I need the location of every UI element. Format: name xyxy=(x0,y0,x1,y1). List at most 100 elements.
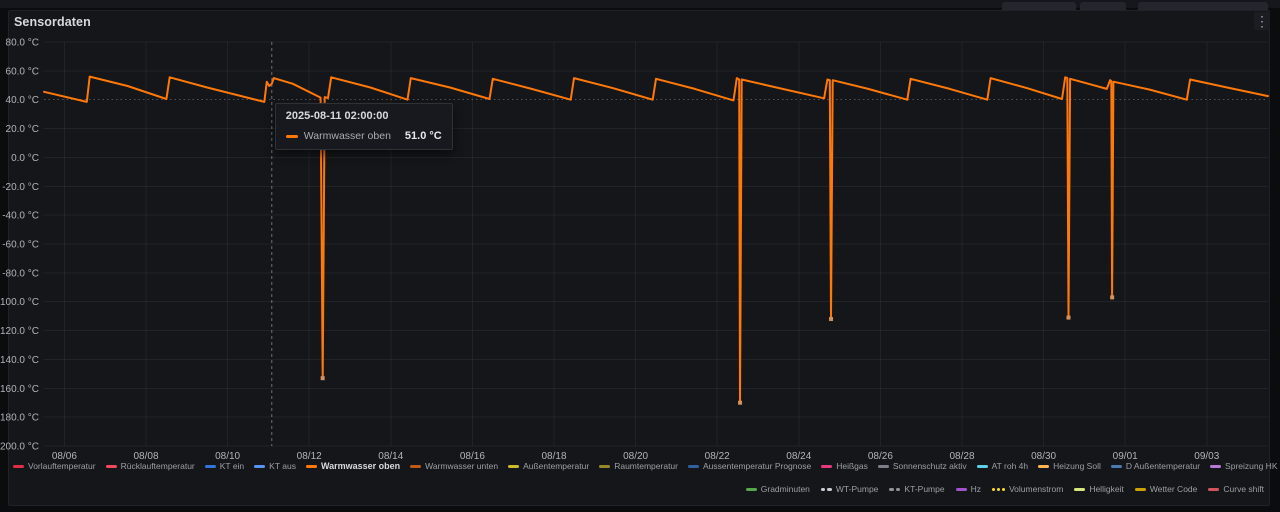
legend-row-1: Vorlauftemperatur Rücklauftemperatur KT ei… xyxy=(13,461,1280,471)
legend-item-label: Warmwasser oben xyxy=(321,461,400,471)
legend-item-curve-shift[interactable]: Curve shift xyxy=(1208,484,1264,494)
spike-minimum-marker xyxy=(1066,316,1070,320)
legend-item-d-au-entemperatur[interactable]: D Außentemperatur xyxy=(1111,461,1200,471)
legend-item-label: Vorlauftemperatur xyxy=(28,461,96,471)
legend-item-sonnenschutz-aktiv[interactable]: Sonnenschutz aktiv xyxy=(878,461,967,471)
y-tick-label: -20.0 °C xyxy=(2,182,39,193)
legend-series-marker xyxy=(878,465,889,468)
legend-series-marker xyxy=(688,465,699,468)
legend-item-kt-pumpe[interactable]: KT-Pumpe xyxy=(889,484,944,494)
legend-item-label: Raumtemperatur xyxy=(614,461,678,471)
legend-series-marker xyxy=(1135,488,1146,491)
legend-series-marker xyxy=(992,488,1005,491)
legend-item-heizung-soll[interactable]: Heizung Soll xyxy=(1038,461,1101,471)
y-tick-label: -60.0 °C xyxy=(2,240,39,251)
legend-series-marker xyxy=(254,465,265,468)
legend-item-label: KT aus xyxy=(269,461,296,471)
legend-series-marker xyxy=(889,488,900,491)
legend-item-label: Volumenstrom xyxy=(1009,484,1063,494)
legend-series-marker xyxy=(821,488,832,491)
panel-title: Sensordaten xyxy=(14,15,91,29)
legend-item-wetter-code[interactable]: Wetter Code xyxy=(1135,484,1198,494)
y-tick-label: -160.0 °C xyxy=(0,384,39,395)
series-color-marker xyxy=(286,135,298,138)
legend-item-label: Außentemperatur xyxy=(523,461,589,471)
y-tick-label: 20.0 °C xyxy=(6,124,39,135)
legend-item-label: Spreizung HK xyxy=(1225,461,1277,471)
legend-item-helligkeit[interactable]: Helligkeit xyxy=(1074,484,1124,494)
legend-item-label: Heißgas xyxy=(836,461,868,471)
legend-series-marker xyxy=(1111,465,1122,468)
legend-item-label: Hz xyxy=(971,484,981,494)
legend-series-marker xyxy=(306,465,317,468)
legend-item-spreizung-hk[interactable]: Spreizung HK xyxy=(1210,461,1277,471)
legend-item-label: AT roh 4h xyxy=(992,461,1029,471)
legend-item-hz[interactable]: Hz xyxy=(956,484,981,494)
legend-item-label: KT-Pumpe xyxy=(904,484,944,494)
legend-series-marker xyxy=(977,465,988,468)
legend-series-marker xyxy=(599,465,610,468)
panel-menu-icon[interactable]: ⋮ xyxy=(1254,12,1270,30)
y-tick-label: -80.0 °C xyxy=(2,268,39,279)
legend-item-aussentemperatur-prognose[interactable]: Aussentemperatur Prognose xyxy=(688,461,811,471)
legend-item-label: WT-Pumpe xyxy=(836,484,879,494)
legend-item-label: Rücklauftemperatur xyxy=(121,461,195,471)
legend-item-label: Aussentemperatur Prognose xyxy=(703,461,811,471)
legend-series-marker xyxy=(1210,465,1221,468)
legend-item-r-cklauftemperatur[interactable]: Rücklauftemperatur xyxy=(106,461,195,471)
legend-item-raumtemperatur[interactable]: Raumtemperatur xyxy=(599,461,678,471)
legend-item-kt-aus[interactable]: KT aus xyxy=(254,461,296,471)
legend-series-marker xyxy=(205,465,216,468)
y-tick-label: -180.0 °C xyxy=(0,413,39,424)
spike-minimum-marker xyxy=(1110,295,1114,299)
legend-row-2: Gradminuten WT-Pumpe KT-Pumpe Hz Volumenstro… xyxy=(735,484,1264,494)
legend-item-volumenstrom[interactable]: Volumenstrom xyxy=(992,484,1063,494)
legend-item-label: Curve shift xyxy=(1223,484,1264,494)
tooltip-series-value: 51.0 °C xyxy=(405,130,442,142)
legend-series-marker xyxy=(956,488,967,491)
legend-item-warmwasser-oben[interactable]: Warmwasser oben xyxy=(306,461,400,471)
legend-item-label: Wetter Code xyxy=(1150,484,1198,494)
y-tick-label: -120.0 °C xyxy=(0,326,39,337)
legend-series-marker xyxy=(1038,465,1049,468)
legend-series-marker xyxy=(106,465,117,468)
y-tick-label: -200.0 °C xyxy=(0,442,39,453)
legend-series-marker xyxy=(821,465,832,468)
legend-item-label: Gradminuten xyxy=(761,484,810,494)
legend-item-warmwasser-unten[interactable]: Warmwasser unten xyxy=(410,461,498,471)
spike-minimum-marker xyxy=(321,376,325,380)
legend-item-label: Heizung Soll xyxy=(1053,461,1101,471)
legend-item-label: Sonnenschutz aktiv xyxy=(893,461,967,471)
legend-item-gradminuten[interactable]: Gradminuten xyxy=(746,484,810,494)
y-tick-label: 0.0 °C xyxy=(11,153,39,164)
time-series-chart: 80.0 °C 60.0 °C 40.0 °C 20.0 °C 0.0 °C -20.0 … xyxy=(0,0,1280,512)
legend-item-wt-pumpe[interactable]: WT-Pumpe xyxy=(821,484,879,494)
legend-item-label: Warmwasser unten xyxy=(425,461,498,471)
legend-item-kt-ein[interactable]: KT ein xyxy=(205,461,244,471)
legend-item-label: Helligkeit xyxy=(1089,484,1124,494)
spike-minimum-marker xyxy=(738,401,742,405)
legend-item-hei-gas[interactable]: Heißgas xyxy=(821,461,868,471)
legend-series-marker xyxy=(508,465,519,468)
legend-series-marker xyxy=(1074,488,1085,491)
legend-series-marker xyxy=(13,465,24,468)
tooltip-series-row: Warmwasser oben 51.0 °C xyxy=(286,130,442,142)
y-tick-label: 80.0 °C xyxy=(6,38,39,49)
legend-item-vorlauftemperatur[interactable]: Vorlauftemperatur xyxy=(13,461,96,471)
legend-series-marker xyxy=(1208,488,1219,491)
spike-minimum-marker xyxy=(829,317,833,321)
tooltip-series-label: Warmwasser oben xyxy=(304,130,391,142)
y-tick-label: 40.0 °C xyxy=(6,95,39,106)
tooltip: 2025-08-11 02:00:00 Warmwasser oben 51.0… xyxy=(275,103,453,150)
y-tick-label: -100.0 °C xyxy=(0,297,39,308)
legend-item-label: KT ein xyxy=(220,461,244,471)
legend-item-au-entemperatur[interactable]: Außentemperatur xyxy=(508,461,589,471)
y-tick-label: -40.0 °C xyxy=(2,211,39,222)
tooltip-timestamp: 2025-08-11 02:00:00 xyxy=(286,110,442,122)
legend-item-at-roh-4h[interactable]: AT roh 4h xyxy=(977,461,1029,471)
y-tick-label: -140.0 °C xyxy=(0,355,39,366)
legend-item-label: D Außentemperatur xyxy=(1126,461,1200,471)
legend-series-marker xyxy=(746,488,757,491)
y-tick-label: 60.0 °C xyxy=(6,66,39,77)
legend-series-marker xyxy=(410,465,421,468)
